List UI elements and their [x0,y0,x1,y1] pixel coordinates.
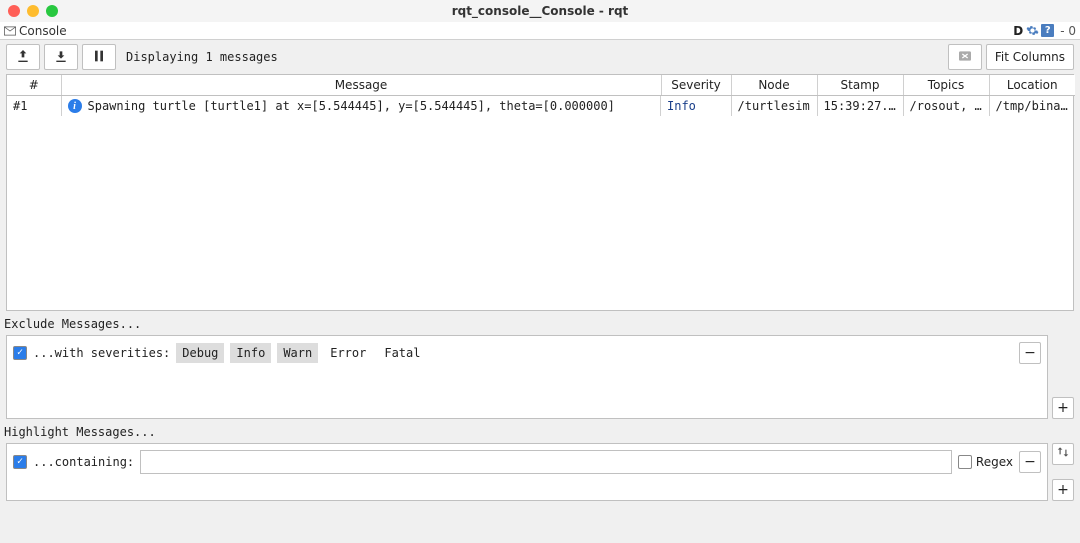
plugin-tabbar: Console D ? - 0 [0,22,1080,40]
toolbar: Displaying 1 messages Fit Columns [0,40,1080,74]
regex-option[interactable]: Regex [958,455,1013,469]
regex-label: Regex [976,455,1013,469]
severity-error[interactable]: Error [324,343,372,363]
cell-message-text: Spawning turtle [turtle1] at x=[5.544445… [88,99,615,113]
clear-button[interactable] [948,44,982,70]
exclude-filter-label: ...with severities: [33,346,170,360]
table-empty-area [7,116,1073,310]
plugin-right-tools: D ? - 0 [1012,24,1076,38]
pause-button[interactable] [82,44,116,70]
exclude-section-label: Exclude Messages... [0,311,1080,335]
regex-checkbox[interactable] [958,455,972,469]
clear-icon [957,48,973,67]
exclude-panel: ✓ ...with severities: Debug Info Warn Er… [6,335,1074,419]
col-header-node[interactable]: Node [731,75,817,96]
gear-icon[interactable] [1026,24,1039,37]
plugin-instance-count: - 0 [1060,24,1076,38]
import-button[interactable] [44,44,78,70]
severity-fatal[interactable]: Fatal [378,343,426,363]
highlight-remove-button[interactable]: − [1019,451,1041,473]
col-header-severity[interactable]: Severity [661,75,731,96]
exclude-add-button[interactable]: + [1052,397,1074,419]
info-icon: i [68,99,82,113]
dock-toggle[interactable]: D [1012,24,1024,38]
exclude-remove-button[interactable]: − [1019,342,1041,364]
col-header-message[interactable]: Message [61,75,661,96]
exclude-enable-checkbox[interactable]: ✓ [13,346,27,360]
severity-info[interactable]: Info [230,343,271,363]
cell-num: #1 [7,96,61,117]
col-header-topics[interactable]: Topics [903,75,989,96]
export-button[interactable] [6,44,40,70]
plugin-tab-label: Console [19,24,67,38]
plugin-tab-console[interactable]: Console [4,24,67,38]
severity-warn[interactable]: Warn [277,343,318,363]
help-icon[interactable]: ? [1041,24,1054,37]
pause-icon [91,48,107,67]
cell-location: /tmp/binar… [989,96,1075,117]
window-title: rqt_console__Console - rqt [0,4,1080,18]
exclude-filter-box: ✓ ...with severities: Debug Info Warn Er… [6,335,1048,419]
titlebar: rqt_console__Console - rqt [0,0,1080,22]
col-header-stamp[interactable]: Stamp [817,75,903,96]
cell-message: i Spawning turtle [turtle1] at x=[5.5444… [62,96,662,116]
message-count-label: Displaying 1 messages [126,50,278,64]
highlight-panel: ✓ ...containing: Regex − + [6,443,1074,501]
table-header-row: # Message Severity Node Stamp Topics Loc… [7,75,1075,96]
highlight-swap-button[interactable] [1052,443,1074,465]
highlight-add-button[interactable]: + [1052,479,1074,501]
envelope-icon [4,25,16,37]
highlight-text-input[interactable] [140,450,952,474]
highlight-filter-box: ✓ ...containing: Regex − [6,443,1048,501]
fit-columns-button[interactable]: Fit Columns [986,44,1074,70]
upload-icon [15,48,31,67]
cell-stamp: 15:39:27.0… [817,96,903,117]
cell-topics: /rosout, /… [903,96,989,117]
highlight-filter-label: ...containing: [33,455,134,469]
message-table[interactable]: # Message Severity Node Stamp Topics Loc… [6,74,1074,311]
highlight-enable-checkbox[interactable]: ✓ [13,455,27,469]
table-row[interactable]: #1 i Spawning turtle [turtle1] at x=[5.5… [7,96,1075,117]
cell-node: /turtlesim [731,96,817,117]
swap-icon [1056,445,1070,463]
cell-severity: Info [661,96,731,117]
highlight-section-label: Highlight Messages... [0,419,1080,443]
severity-debug[interactable]: Debug [176,343,224,363]
download-icon [53,48,69,67]
col-header-num[interactable]: # [7,75,61,96]
col-header-location[interactable]: Location [989,75,1075,96]
